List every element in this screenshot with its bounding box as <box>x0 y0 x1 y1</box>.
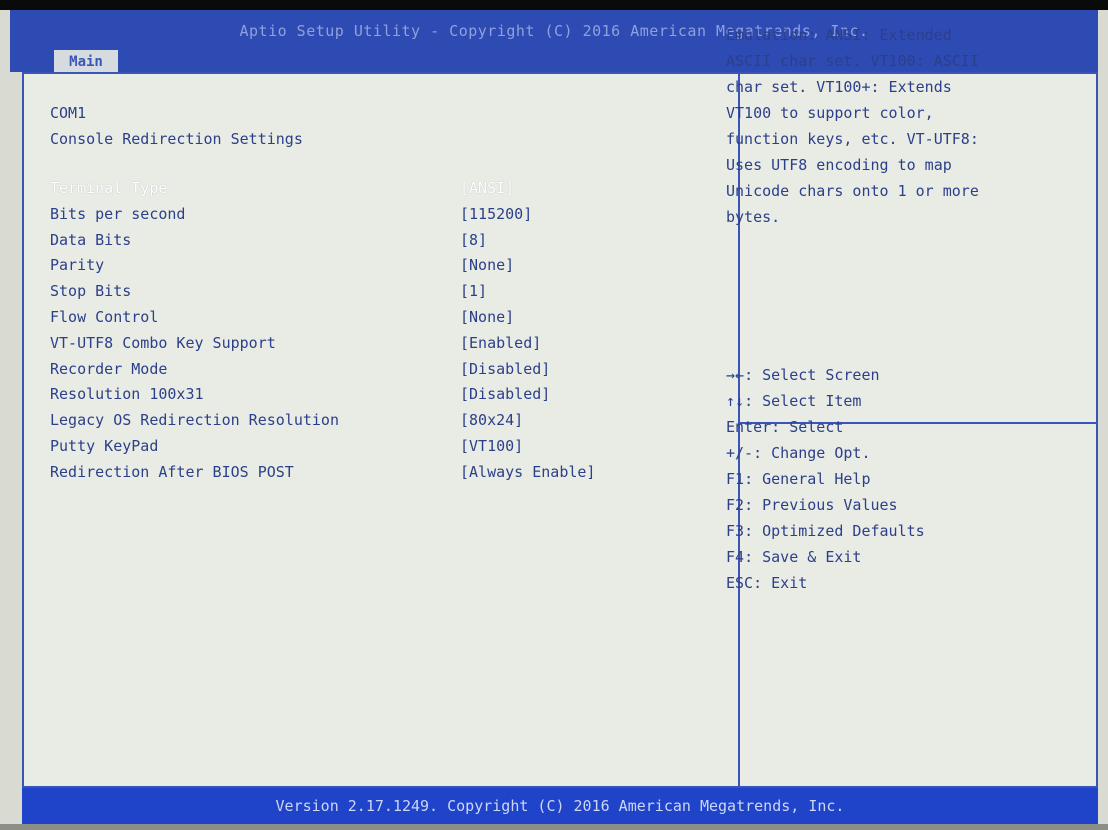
key-desc: : Select Item <box>744 392 862 410</box>
key-name: +/- <box>726 444 754 462</box>
setting-stop-bits[interactable]: Stop Bits [1] <box>50 279 730 305</box>
key-enter: Enter: Select <box>726 414 1066 440</box>
key-desc: : Select <box>771 418 844 436</box>
setting-label: Resolution 100x31 <box>50 385 204 404</box>
setting-value[interactable]: [8] <box>460 228 487 254</box>
setting-label: Redirection After BIOS POST <box>50 462 294 481</box>
section-subtitle: Console Redirection Settings <box>50 130 303 148</box>
setting-recorder-mode[interactable]: Recorder Mode [Disabled] <box>50 357 730 383</box>
help-line: ASCII char set. VT100: ASCII <box>726 52 979 70</box>
help-line: function keys, etc. VT-UTF8: <box>726 130 979 148</box>
key-desc: : General Help <box>744 470 871 488</box>
key-select-screen: →←: Select Screen <box>726 362 1066 388</box>
help-line: Emulation: ANSI: Extended <box>726 26 952 44</box>
setting-value[interactable]: [VT100] <box>460 434 523 460</box>
key-name: ↑↓ <box>726 392 745 410</box>
key-desc: : Save & Exit <box>744 548 862 566</box>
key-legend: →←: Select Screen ↑↓: Select Item Enter:… <box>726 362 1066 596</box>
setting-value[interactable]: [None] <box>460 305 514 331</box>
setting-value[interactable]: [Disabled] <box>460 357 550 383</box>
key-desc: : Select Screen <box>744 366 880 384</box>
setting-label: Stop Bits <box>50 282 132 301</box>
key-name: F2 <box>726 496 745 514</box>
section-title: COM1 <box>50 104 87 122</box>
tab-main[interactable]: Main <box>54 50 118 74</box>
setting-vt-utf8-combo-key[interactable]: VT-UTF8 Combo Key Support [Enabled] <box>50 331 730 357</box>
help-line: char set. VT100+: Extends <box>726 78 952 96</box>
setting-value[interactable]: [Enabled] <box>460 331 541 357</box>
setting-bits-per-second[interactable]: Bits per second [115200] <box>50 202 730 228</box>
key-change-opt: +/-: Change Opt. <box>726 440 1066 466</box>
setting-label: Data Bits <box>50 230 132 249</box>
setting-label: Parity <box>50 256 105 275</box>
monitor-bezel-bottom <box>0 824 1108 830</box>
setting-putty-keypad[interactable]: Putty KeyPad [VT100] <box>50 434 730 460</box>
bios-screen: Aptio Setup Utility - Copyright (C) 2016… <box>0 0 1108 830</box>
key-f1: F1: General Help <box>726 466 1066 492</box>
key-select-item: ↑↓: Select Item <box>726 388 1066 414</box>
key-name: →← <box>726 366 745 384</box>
monitor-bezel-top <box>0 0 1108 10</box>
help-line: Unicode chars onto 1 or more <box>726 182 979 200</box>
key-desc: : Previous Values <box>744 496 898 514</box>
key-name: Enter <box>726 418 772 436</box>
setting-data-bits[interactable]: Data Bits [8] <box>50 228 730 254</box>
setting-value[interactable]: [115200] <box>460 202 532 228</box>
key-desc: : Exit <box>753 574 808 592</box>
setting-value[interactable]: [ANSI] <box>460 176 514 202</box>
help-text: Emulation: ANSI: Extended ASCII char set… <box>726 22 1066 230</box>
help-line: VT100 to support color, <box>726 104 934 122</box>
key-desc: : Optimized Defaults <box>744 522 925 540</box>
setting-label: Terminal Type <box>50 179 168 197</box>
key-name: ESC <box>726 574 754 592</box>
setting-flow-control[interactable]: Flow Control [None] <box>50 305 730 331</box>
setting-value[interactable]: [Always Enable] <box>460 460 595 486</box>
help-line: bytes. <box>726 208 781 226</box>
setting-terminal-type[interactable]: Terminal Type [ANSI] <box>50 176 730 202</box>
footer-version-bar: Version 2.17.1249. Copyright (C) 2016 Am… <box>22 788 1098 824</box>
key-name: F3 <box>726 522 745 540</box>
setting-label: Putty KeyPad <box>50 436 159 455</box>
key-name: F1 <box>726 470 745 488</box>
key-f4: F4: Save & Exit <box>726 544 1066 570</box>
settings-area: COM1 Console Redirection Settings Termin… <box>50 100 730 486</box>
key-f2: F2: Previous Values <box>726 492 1066 518</box>
key-f3: F3: Optimized Defaults <box>726 518 1066 544</box>
setting-label: Flow Control <box>50 307 159 326</box>
key-name: F4 <box>726 548 745 566</box>
setting-label: Legacy OS Redirection Resolution <box>50 411 339 430</box>
setting-value[interactable]: [None] <box>460 253 514 279</box>
key-esc: ESC: Exit <box>726 570 1066 596</box>
setting-label: Recorder Mode <box>50 359 168 378</box>
setting-value[interactable]: [Disabled] <box>460 382 550 408</box>
setting-resolution-100x31[interactable]: Resolution 100x31 [Disabled] <box>50 382 730 408</box>
help-line: Uses UTF8 encoding to map <box>726 156 952 174</box>
setting-value[interactable]: [80x24] <box>460 408 523 434</box>
setting-label: VT-UTF8 Combo Key Support <box>50 333 276 352</box>
setting-label: Bits per second <box>50 204 186 223</box>
setting-redirection-after-post[interactable]: Redirection After BIOS POST [Always Enab… <box>50 460 730 486</box>
key-desc: : Change Opt. <box>753 444 871 462</box>
setting-value[interactable]: [1] <box>460 279 487 305</box>
setting-parity[interactable]: Parity [None] <box>50 253 730 279</box>
setting-legacy-os-redirection[interactable]: Legacy OS Redirection Resolution [80x24] <box>50 408 730 434</box>
